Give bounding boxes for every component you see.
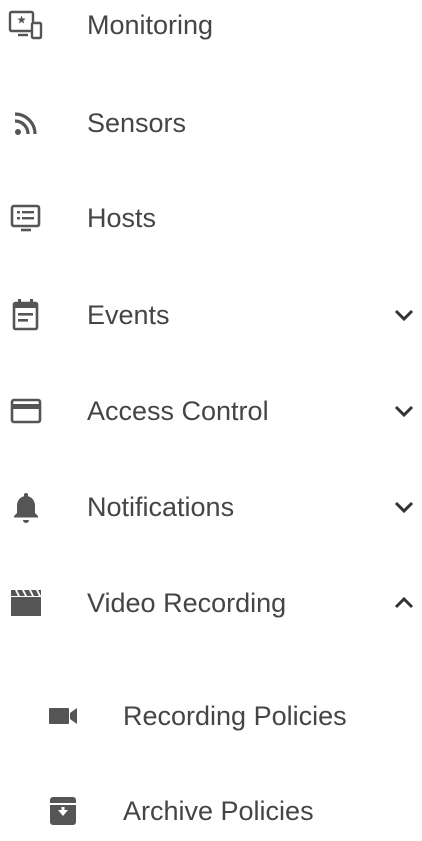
nav-subitem-label: Archive Policies — [123, 796, 314, 826]
nav-subitem-recording-policies[interactable]: Recording Policies — [0, 686, 422, 746]
nav-item-sensors[interactable]: Sensors — [0, 93, 422, 153]
chevron-down-icon[interactable] — [391, 494, 417, 520]
nav-item-label: Events — [87, 300, 170, 330]
nav-item-label: Access Control — [87, 396, 269, 426]
nav-item-label: Video Recording — [87, 588, 287, 618]
nav-item-label: Sensors — [87, 108, 187, 138]
nav-item-hosts[interactable]: Hosts — [0, 188, 422, 248]
nav-subitem-label: Recording Policies — [123, 701, 347, 731]
host-list-icon — [8, 200, 44, 236]
nav-item-video-recording[interactable]: Video Recording — [0, 573, 422, 633]
bell-icon — [8, 489, 44, 525]
credit-card-icon — [8, 393, 44, 429]
archive-icon — [45, 793, 81, 829]
video-camera-icon — [45, 698, 81, 734]
nav-item-monitoring[interactable]: Monitoring — [0, 0, 422, 55]
nav-item-label: Notifications — [87, 492, 235, 522]
nav-item-label: Monitoring — [87, 10, 214, 40]
chevron-up-icon[interactable] — [391, 590, 417, 616]
rss-feed-icon — [8, 105, 44, 141]
nav-item-notifications[interactable]: Notifications — [0, 477, 422, 537]
monitor-star-icon — [8, 7, 44, 43]
chevron-down-icon[interactable] — [391, 302, 417, 328]
sidebar-navigation: Monitoring Sensors Hosts Events Access C… — [0, 0, 422, 831]
nav-item-label: Hosts — [87, 203, 157, 233]
nav-subitem-archive-policies[interactable]: Archive Policies — [0, 781, 422, 841]
chevron-down-icon[interactable] — [391, 398, 417, 424]
clapperboard-icon — [8, 585, 44, 621]
calendar-events-icon — [8, 297, 44, 333]
nav-item-events[interactable]: Events — [0, 285, 422, 345]
nav-item-access-control[interactable]: Access Control — [0, 381, 422, 441]
